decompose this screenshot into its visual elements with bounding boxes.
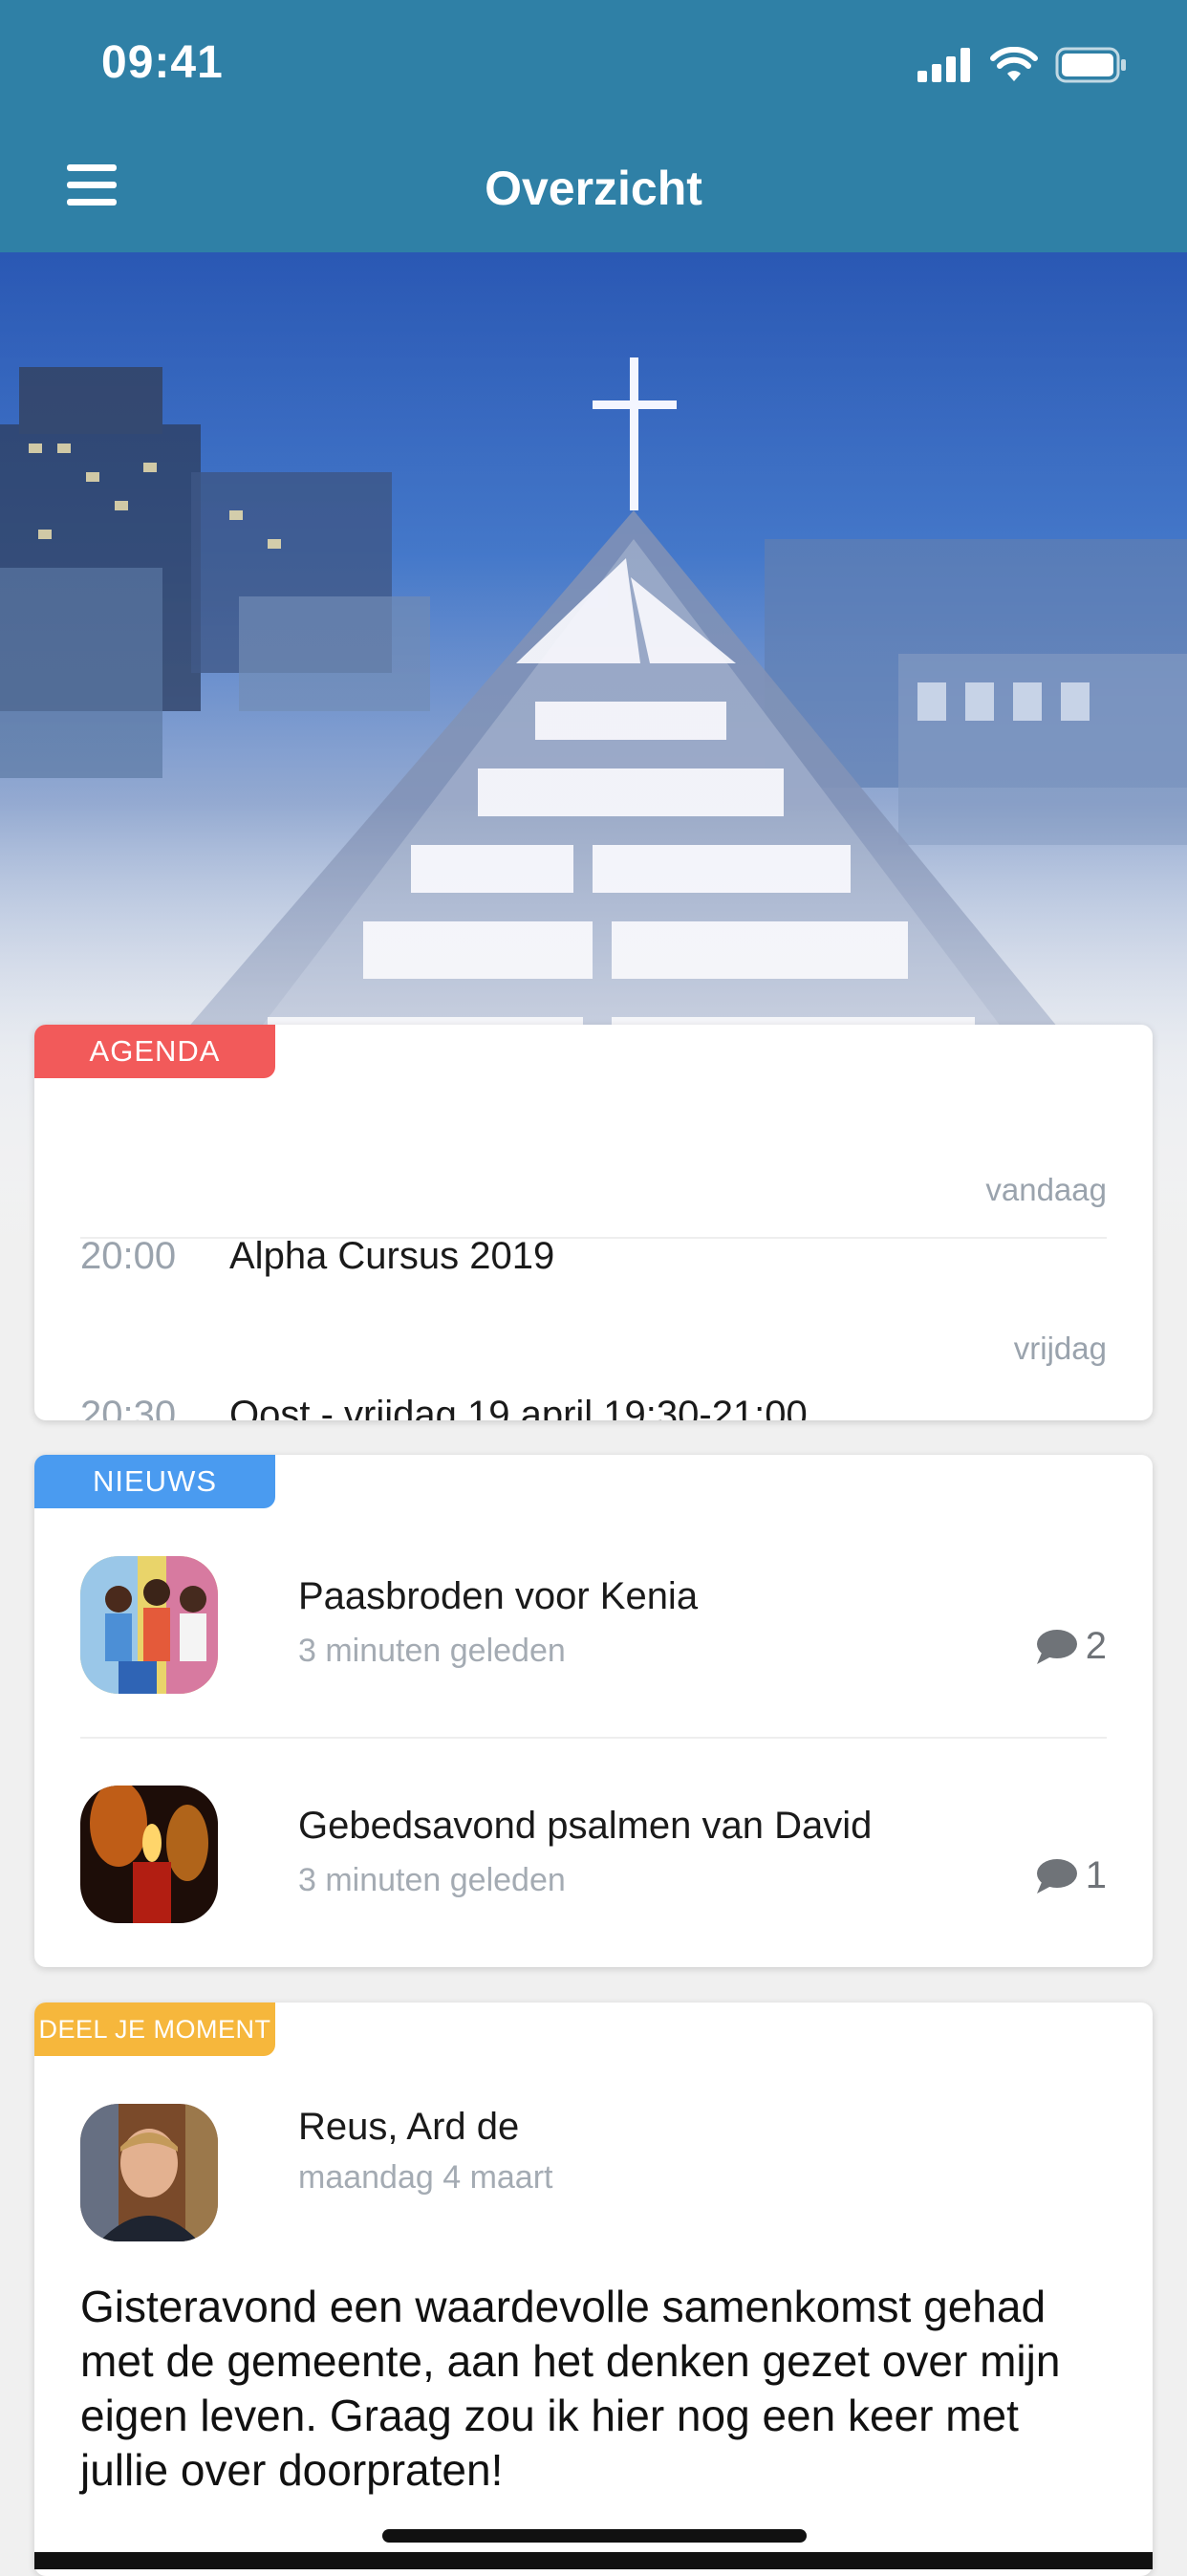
author-avatar bbox=[80, 2104, 218, 2241]
news-item[interactable]: Gebedsavond psalmen van David 3 minuten … bbox=[80, 1786, 1107, 1925]
agenda-tag: AGENDA bbox=[34, 1025, 275, 1078]
comment-icon bbox=[1036, 1629, 1077, 1664]
news-thumbnail bbox=[80, 1556, 218, 1694]
page-title: Overzicht bbox=[485, 162, 702, 215]
comment-count-value: 2 bbox=[1085, 1625, 1107, 1667]
comment-count: 1 bbox=[1034, 1854, 1107, 1897]
news-item[interactable]: Paasbroden voor Kenia 3 minuten geleden … bbox=[80, 1556, 1107, 1696]
signal-icon bbox=[917, 48, 970, 82]
comment-icon bbox=[1036, 1858, 1077, 1894]
author-name: Reus, Ard de bbox=[298, 2106, 520, 2148]
news-thumbnail bbox=[80, 1786, 218, 1923]
comment-count: 2 bbox=[1034, 1625, 1107, 1668]
divider bbox=[80, 1237, 1107, 1239]
event-day: vrijdag bbox=[1013, 1331, 1107, 1366]
moment-card[interactable]: DEEL JE MOMENT Reus, Ard de maandag 4 ma… bbox=[34, 2002, 1153, 2576]
event-day: vandaag bbox=[985, 1172, 1107, 1207]
agenda-event[interactable]: vrijdag 20:30 Oost - vrijdag 19 april 19… bbox=[80, 1264, 1107, 1420]
divider bbox=[80, 1737, 1107, 1739]
news-title: Gebedsavond psalmen van David bbox=[298, 1805, 873, 1847]
news-timestamp: 3 minuten geleden bbox=[298, 1633, 566, 1669]
news-timestamp: 3 minuten geleden bbox=[298, 1862, 566, 1898]
status-time: 09:41 bbox=[101, 37, 224, 88]
agenda-card: AGENDA vandaag 20:00 Alpha Cursus 2019 v… bbox=[34, 1025, 1153, 1420]
event-title: Oost - vrijdag 19 april 19:30-21:00 bbox=[229, 1394, 808, 1420]
agenda-event[interactable]: vandaag 20:00 Alpha Cursus 2019 bbox=[80, 1103, 1107, 1277]
wifi-icon bbox=[990, 47, 1038, 81]
post-date: maandag 4 maart bbox=[298, 2159, 553, 2196]
bottom-edge bbox=[34, 2552, 1153, 2569]
moment-tag: DEEL JE MOMENT bbox=[34, 2002, 275, 2056]
home-indicator bbox=[382, 2529, 807, 2543]
comment-count-value: 1 bbox=[1085, 1854, 1107, 1896]
event-time: 20:30 bbox=[80, 1394, 177, 1420]
news-tag: NIEUWS bbox=[34, 1455, 275, 1508]
app-header: 09:41 Overzicht bbox=[0, 0, 1187, 252]
status-icons bbox=[917, 46, 1128, 84]
news-title: Paasbroden voor Kenia bbox=[298, 1575, 699, 1617]
battery-icon bbox=[1055, 47, 1126, 83]
moment-text: Gisteravond een waardevolle samenkomst g… bbox=[80, 2282, 1061, 2495]
news-card: NIEUWS Paasbroden voor Kenia 3 minuten g… bbox=[34, 1455, 1153, 1967]
